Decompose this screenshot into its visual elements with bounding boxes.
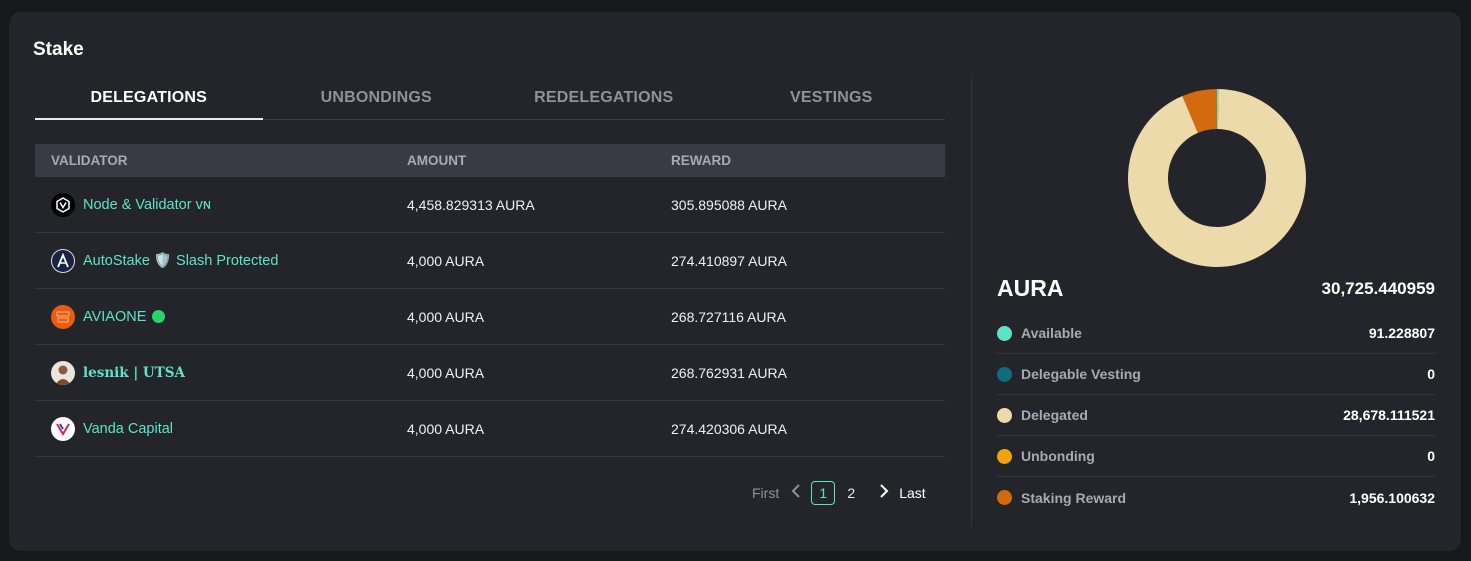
available-dot-icon <box>997 325 1012 341</box>
table-row: lesnik | UTSA 4,000 AURA 268.762931 AURA <box>35 345 945 401</box>
column-header-amount: AMOUNT <box>407 153 467 168</box>
validator-link[interactable]: Node & Validator ᴠɴ <box>83 197 211 213</box>
delegated-dot-icon <box>997 407 1012 423</box>
legend-label: Available <box>1021 325 1082 341</box>
reward-cell: 305.895088 AURA <box>671 196 787 213</box>
token-symbol: AURA <box>997 275 1064 301</box>
table-header: VALIDATOR AMOUNT REWARD <box>35 144 945 177</box>
column-header-validator: VALIDATOR <box>51 153 128 168</box>
tab-unbondings[interactable]: UNBONDINGS <box>263 78 491 119</box>
staking-reward-dot-icon <box>997 490 1012 505</box>
pagination: First 1 2 Last <box>752 481 954 505</box>
node-validator-logo-icon <box>51 192 75 217</box>
table-row: AVIAONE 4,000 AURA 268.727116 AURA <box>35 289 945 345</box>
pagination-last[interactable]: Last <box>899 485 925 501</box>
amount-cell: 4,458.829313 AURA <box>407 196 535 213</box>
stake-tabs: DELEGATIONS UNBONDINGS REDELEGATIONS VES… <box>35 78 945 120</box>
unbonding-dot-icon <box>997 448 1012 464</box>
legend-label: Unbonding <box>1021 448 1095 464</box>
amount-cell: 4,000 AURA <box>407 252 485 269</box>
legend-item-available: Available 91.228807 <box>997 313 1435 354</box>
validator-link[interactable]: Vanda Capital <box>83 421 173 437</box>
legend-value: 0 <box>1427 448 1435 464</box>
balance-donut-chart <box>1128 89 1306 267</box>
status-dot-icon <box>152 310 166 323</box>
delegable-vesting-dot-icon <box>997 366 1012 382</box>
legend-value: 0 <box>1427 366 1435 382</box>
legend-value: 91.228807 <box>1368 325 1435 341</box>
panel-divider <box>971 78 972 526</box>
validator-link[interactable]: AutoStake 🛡️ Slash Protected <box>83 252 278 269</box>
reward-cell: 268.762931 AURA <box>671 364 787 381</box>
legend-label: Staking Reward <box>1021 489 1127 506</box>
legend-item-staking-reward: Staking Reward 1,956.100632 <box>997 477 1435 518</box>
chevron-right-icon[interactable] <box>879 484 889 502</box>
legend-item-delegated: Delegated 28,678.111521 <box>997 395 1435 436</box>
legend-item-unbonding: Unbonding 0 <box>997 436 1435 477</box>
tab-vestings[interactable]: VESTINGS <box>718 78 946 119</box>
tab-redelegations[interactable]: REDELEGATIONS <box>490 78 718 119</box>
reward-cell: 274.410897 AURA <box>671 252 787 269</box>
total-balance: 30,725.440959 <box>1321 278 1435 298</box>
legend-value: 28,678.111521 <box>1343 407 1435 423</box>
page-2-button[interactable]: 2 <box>839 481 863 505</box>
validator-link[interactable]: lesnik | UTSA <box>83 365 185 381</box>
chevron-left-icon[interactable] <box>791 484 801 502</box>
delegations-table: VALIDATOR AMOUNT REWARD Node & Validator… <box>35 144 945 457</box>
aviaone-logo-icon <box>51 304 75 329</box>
card-title: Stake <box>33 39 84 60</box>
vanda-capital-logo-icon <box>51 416 75 441</box>
table-row: AutoStake 🛡️ Slash Protected 4,000 AURA … <box>35 233 945 289</box>
amount-cell: 4,000 AURA <box>407 308 485 325</box>
table-row: Vanda Capital 4,000 AURA 274.420306 AURA <box>35 401 945 457</box>
amount-cell: 4,000 AURA <box>407 420 485 437</box>
validator-link[interactable]: AVIAONE <box>83 309 146 325</box>
legend-value: 1,956.100632 <box>1349 489 1435 506</box>
reward-cell: 268.727116 AURA <box>671 308 786 325</box>
amount-cell: 4,000 AURA <box>407 364 485 381</box>
lesnik-avatar-icon <box>51 360 75 385</box>
column-header-reward: REWARD <box>671 153 731 168</box>
balance-legend: Available 91.228807 Delegable Vesting 0 … <box>997 313 1435 518</box>
page-1-button[interactable]: 1 <box>811 481 836 505</box>
autostake-logo-icon <box>51 248 75 273</box>
reward-cell: 274.420306 AURA <box>671 420 787 437</box>
legend-label: Delegated <box>1021 407 1088 423</box>
pagination-first[interactable]: First <box>752 485 779 501</box>
tab-delegations[interactable]: DELEGATIONS <box>35 78 263 120</box>
total-row: AURA 30,725.440959 <box>997 275 1435 302</box>
table-row: Node & Validator ᴠɴ 4,458.829313 AURA 30… <box>35 177 945 233</box>
legend-item-delegable-vesting: Delegable Vesting 0 <box>997 354 1435 395</box>
legend-label: Delegable Vesting <box>1021 366 1141 382</box>
